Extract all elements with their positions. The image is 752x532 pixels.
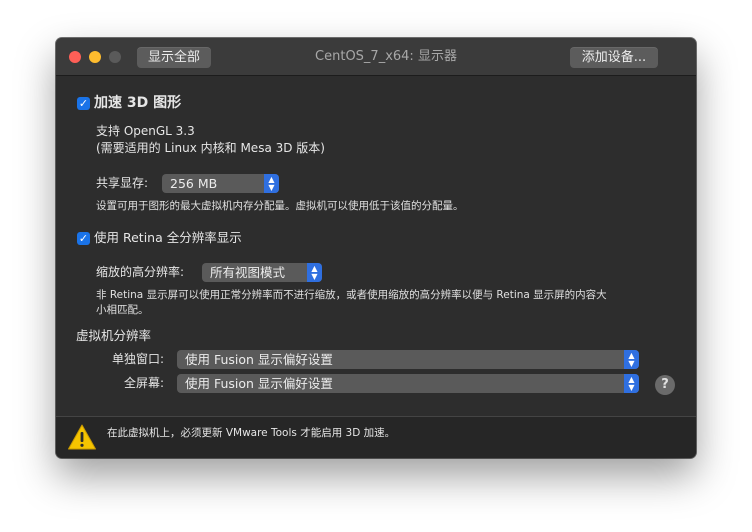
title-bar: 显示全部 CentOS_7_x64: 显示器 添加设备... — [56, 38, 696, 76]
scaled-resolution-value: 所有视图模式 — [210, 265, 286, 280]
shared-memory-label: 共享显存: — [96, 176, 149, 190]
updown-arrows-icon: ▲ ▼ — [307, 263, 322, 282]
checkmark-icon: ✓ — [78, 232, 89, 245]
fullscreen-value: 使用 Fusion 显示偏好设置 — [185, 376, 333, 391]
close-button[interactable] — [69, 51, 81, 63]
scaled-resolution-label: 缩放的高分辨率: — [96, 265, 185, 279]
settings-window: 显示全部 CentOS_7_x64: 显示器 添加设备... ✓ 加速 3D 图… — [56, 38, 696, 458]
fullscreen-label: 全屏幕: — [124, 376, 165, 390]
minimize-button[interactable] — [89, 51, 101, 63]
fullscreen-popup[interactable]: 使用 Fusion 显示偏好设置 ▲ ▼ — [177, 374, 639, 393]
single-window-popup[interactable]: 使用 Fusion 显示偏好设置 ▲ ▼ — [177, 350, 639, 369]
kernel-requirement-text: (需要适用的 Linux 内核和 Mesa 3D 版本) — [96, 141, 325, 155]
add-device-button[interactable]: 添加设备... — [570, 47, 658, 68]
retina-description-line2: 小相匹配。 — [96, 304, 149, 316]
retina-label: 使用 Retina 全分辨率显示 — [94, 230, 242, 245]
updown-arrows-icon: ▲ ▼ — [264, 174, 279, 193]
retina-checkbox[interactable]: ✓ — [77, 232, 90, 245]
updown-arrows-icon: ▲ ▼ — [624, 374, 639, 393]
window-title: CentOS_7_x64: 显示器 — [315, 49, 457, 64]
accelerate-3d-checkbox[interactable]: ✓ — [77, 97, 90, 110]
shared-memory-description: 设置可用于图形的最大虚拟机内存分配量。虚拟机可以使用低于该值的分配量。 — [96, 200, 464, 212]
warning-triangle-icon — [68, 424, 96, 450]
checkmark-icon: ✓ — [78, 97, 89, 110]
warning-text: 在此虚拟机上，必须更新 VMware Tools 才能启用 3D 加速。 — [107, 427, 396, 439]
retina-description-line1: 非 Retina 显示屏可以使用正常分辨率而不进行缩放，或者使用缩放的高分辨率以… — [96, 289, 607, 301]
shared-memory-value: 256 MB — [170, 176, 218, 191]
accelerate-3d-label: 加速 3D 图形 — [94, 95, 182, 111]
show-all-button[interactable]: 显示全部 — [137, 47, 211, 68]
warning-footer: 在此虚拟机上，必须更新 VMware Tools 才能启用 3D 加速。 — [56, 416, 696, 458]
shared-memory-popup[interactable]: 256 MB ▲ ▼ — [162, 174, 279, 193]
single-window-value: 使用 Fusion 显示偏好设置 — [185, 352, 333, 367]
vm-resolution-title: 虚拟机分辨率 — [76, 328, 152, 343]
opengl-support-text: 支持 OpenGL 3.3 — [96, 124, 195, 138]
single-window-label: 单独窗口: — [112, 352, 165, 366]
help-button[interactable]: ? — [655, 375, 675, 395]
scaled-resolution-popup[interactable]: 所有视图模式 ▲ ▼ — [202, 263, 322, 282]
zoom-button[interactable] — [109, 51, 121, 63]
updown-arrows-icon: ▲ ▼ — [624, 350, 639, 369]
